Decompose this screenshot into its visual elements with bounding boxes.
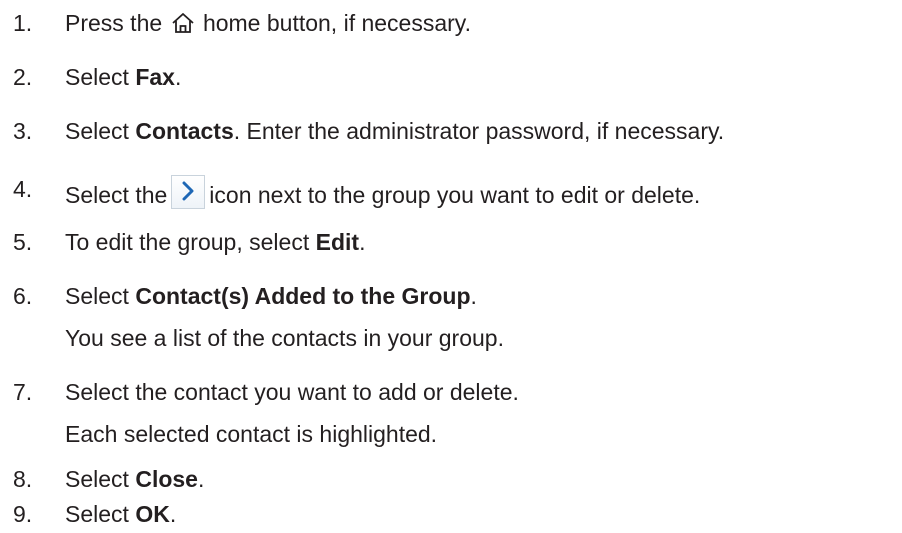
step-number: 8. (13, 466, 33, 492)
step-number: 1. (13, 10, 33, 36)
step-text: Select (65, 118, 136, 144)
ui-term: Contacts (135, 118, 234, 144)
step-number: 5. (13, 229, 33, 255)
step-text: Select (65, 283, 136, 309)
step-text: Select (65, 501, 136, 527)
step-number: 9. (13, 501, 33, 527)
chevron-right-icon (171, 175, 206, 209)
step-number: 6. (13, 283, 33, 309)
ui-term: Contact(s) Added to the Group (135, 283, 471, 309)
step-text: To edit the group, select (65, 229, 316, 255)
ui-term: Edit (315, 229, 360, 255)
step-text: Select (65, 64, 136, 90)
step-number: 2. (13, 64, 33, 90)
step-text: icon next to the group you want to edit … (209, 182, 701, 208)
step-text: Select the contact you want to add or de… (65, 379, 519, 405)
ui-term: OK (135, 501, 170, 527)
step-text: Select the (65, 182, 168, 208)
home-icon (171, 12, 195, 40)
step-text: Press the (65, 10, 163, 36)
ui-term: Fax (135, 64, 175, 90)
step-text: Select (65, 466, 136, 492)
step-number: 4. (13, 176, 33, 202)
step-number: 7. (13, 379, 33, 405)
step-note: You see a list of the contacts in your g… (65, 325, 504, 351)
ui-term: Close (135, 466, 198, 492)
step-number: 3. (13, 118, 33, 144)
step-text: home button, if necessary. (202, 10, 471, 36)
step-note: Each selected contact is highlighted. (65, 421, 438, 447)
